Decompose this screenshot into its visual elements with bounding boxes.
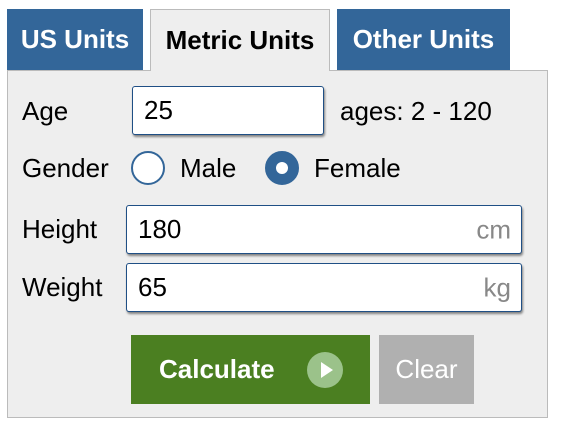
height-input[interactable]: 180 cm: [126, 205, 522, 254]
gender-female-radio[interactable]: [265, 151, 299, 185]
radio-selected-dot: [276, 162, 288, 174]
age-range-hint: ages: 2 - 120: [340, 96, 492, 126]
weight-input[interactable]: 65 kg: [126, 263, 522, 312]
gender-female-label[interactable]: Female: [314, 155, 401, 181]
weight-unit: kg: [483, 272, 511, 302]
gender-male-radio[interactable]: [131, 151, 165, 185]
tab-us-units[interactable]: US Units: [7, 9, 143, 70]
clear-button-label: Clear: [395, 354, 458, 384]
tab-other-units[interactable]: Other Units: [337, 9, 510, 70]
calculate-button[interactable]: Calculate: [131, 335, 370, 404]
weight-label: Weight: [22, 272, 103, 302]
age-label: Age: [22, 96, 69, 126]
weight-value: 65: [138, 272, 167, 302]
age-value: 25: [144, 95, 173, 125]
height-unit: cm: [476, 214, 511, 244]
height-value: 180: [138, 214, 182, 244]
clear-button[interactable]: Clear: [379, 335, 474, 404]
gender-male-label[interactable]: Male: [180, 155, 236, 181]
play-circle-icon: [307, 352, 343, 388]
gender-label: Gender: [22, 153, 109, 183]
calculate-button-label: Calculate: [159, 354, 275, 384]
tab-metric-units[interactable]: Metric Units: [150, 9, 330, 71]
height-label: Height: [22, 214, 98, 244]
age-input[interactable]: 25: [132, 86, 324, 135]
